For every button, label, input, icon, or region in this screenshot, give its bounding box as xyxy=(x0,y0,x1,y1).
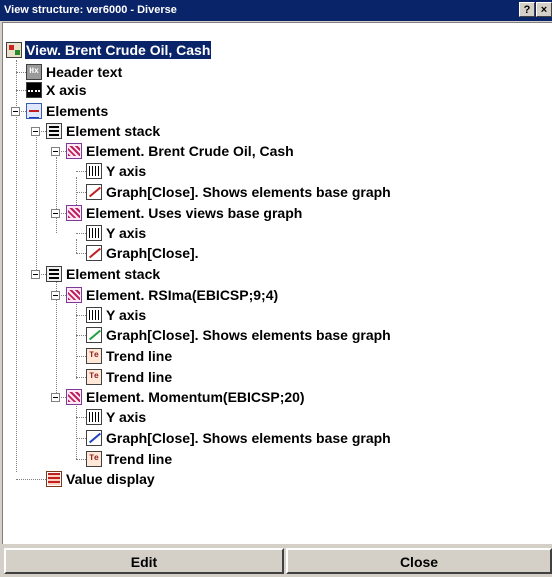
help-button[interactable]: ? xyxy=(519,2,535,17)
node-label: Graph[Close]. Shows elements base graph xyxy=(106,327,391,343)
tree-line xyxy=(76,239,77,253)
tree-line xyxy=(76,301,77,379)
tree-line xyxy=(16,90,26,91)
node-label: Y axis xyxy=(106,163,147,179)
y-axis-icon xyxy=(86,409,102,425)
node-label: Element stack xyxy=(66,266,161,282)
node-label: Y axis xyxy=(106,409,147,425)
close-button[interactable]: Close xyxy=(286,548,552,574)
edit-button[interactable]: Edit xyxy=(4,548,284,574)
tree-line xyxy=(76,233,86,234)
collapse-stack1-element1-toggle[interactable] xyxy=(51,147,60,156)
tree-line xyxy=(76,377,86,378)
tree-line xyxy=(16,72,26,73)
node-label: Element. Momentum(EBICSP;20) xyxy=(86,389,305,405)
node-label: Value display xyxy=(66,471,155,487)
structure-tree[interactable]: View. Brent Crude Oil, Cash Hx Header te… xyxy=(2,22,552,544)
node-label: Element. Uses views base graph xyxy=(86,205,303,221)
graph-icon xyxy=(86,430,102,446)
collapse-stack1-element2-toggle[interactable] xyxy=(51,209,60,218)
tree-line xyxy=(76,438,86,439)
node-label: Trend line xyxy=(106,348,173,364)
y-axis-icon xyxy=(86,163,102,179)
trend-line-icon: Te xyxy=(86,348,102,364)
tree-line xyxy=(76,253,86,254)
x-axis-icon xyxy=(26,82,42,98)
collapse-stack1-toggle[interactable] xyxy=(31,127,40,136)
graph-icon xyxy=(86,327,102,343)
node-label: Trend line xyxy=(106,451,173,467)
node-label: Graph[Close]. Shows elements base graph xyxy=(106,430,391,446)
node-label: Element stack xyxy=(66,123,161,139)
node-label: Y axis xyxy=(106,225,147,241)
collapse-elements-toggle[interactable] xyxy=(11,107,20,116)
trend-line-icon: Te xyxy=(86,369,102,385)
tree-line xyxy=(76,192,86,193)
element-icon xyxy=(66,287,82,303)
tree-line xyxy=(76,459,86,460)
tree-line xyxy=(76,403,77,459)
graph-icon xyxy=(86,245,102,261)
tree-line xyxy=(76,417,86,418)
node-label: Element. Brent Crude Oil, Cash xyxy=(86,143,294,159)
tree-line xyxy=(56,157,57,233)
tree-line xyxy=(76,335,86,336)
y-axis-icon xyxy=(86,307,102,323)
window-title: View structure: ver6000 - Diverse xyxy=(4,4,177,16)
value-display-icon xyxy=(46,471,62,487)
element-stack-icon xyxy=(46,123,62,139)
trend-line-icon: Te xyxy=(86,451,102,467)
view-structure-dialog: View structure: ver6000 - Diverse ? × Vi… xyxy=(0,0,552,577)
node-label: View. Brent Crude Oil, Cash xyxy=(25,41,212,59)
tree-line xyxy=(16,60,17,472)
title-bar: View structure: ver6000 - Diverse ? × xyxy=(0,0,552,21)
close-window-button[interactable]: × xyxy=(536,2,552,17)
collapse-stack2-toggle[interactable] xyxy=(31,270,40,279)
node-label: Graph[Close]. xyxy=(106,245,199,261)
collapse-stack2-element1-toggle[interactable] xyxy=(51,291,60,300)
node-label: Y axis xyxy=(106,307,147,323)
element-stack-icon xyxy=(46,266,62,282)
node-label: X axis xyxy=(46,82,87,98)
graph-icon xyxy=(86,184,102,200)
node-label: Element. RSIma(EBICSP;9;4) xyxy=(86,287,279,303)
tree-line xyxy=(16,479,46,480)
element-icon xyxy=(66,205,82,221)
node-label: Header text xyxy=(46,64,123,80)
node-label: Elements xyxy=(46,103,109,119)
node-label: Trend line xyxy=(106,369,173,385)
button-bar: Edit Close xyxy=(0,544,552,577)
view-icon xyxy=(6,42,22,58)
tree-line xyxy=(76,315,86,316)
node-label: Graph[Close]. Shows elements base graph xyxy=(106,184,391,200)
collapse-stack2-element2-toggle[interactable] xyxy=(51,393,60,402)
element-icon xyxy=(66,143,82,159)
tree-line xyxy=(36,137,37,274)
y-axis-icon xyxy=(86,225,102,241)
tree-line xyxy=(76,356,86,357)
element-icon xyxy=(66,389,82,405)
header-text-icon: Hx xyxy=(26,64,42,80)
tree-line xyxy=(76,171,86,172)
elements-icon xyxy=(26,103,42,119)
